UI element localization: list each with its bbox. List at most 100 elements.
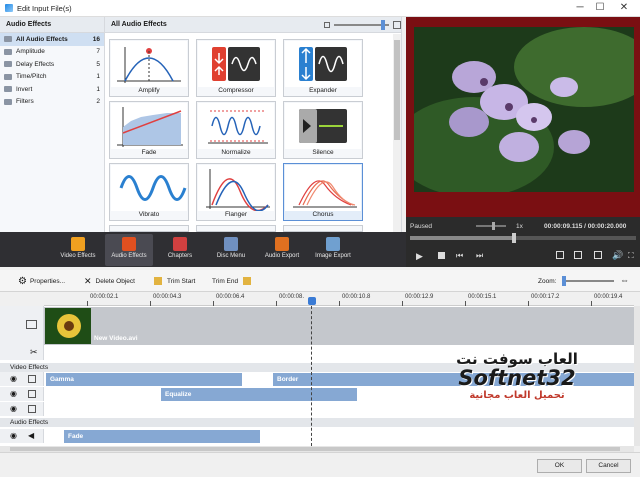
watermark-line3: تحميل العاب مجانية xyxy=(469,390,565,401)
stop-icon[interactable] xyxy=(438,252,445,259)
effect-tile[interactable]: Chorus xyxy=(283,163,363,221)
prev-frame-icon[interactable]: ⏮ xyxy=(456,251,463,261)
amplify-icon xyxy=(111,41,187,87)
ribbon-image-export-button[interactable]: Image Export xyxy=(309,234,357,266)
ribbon-audio-export-button[interactable]: Audio Export xyxy=(258,234,306,266)
ribbon-disc-menu-button[interactable]: Disc Menu xyxy=(207,234,255,266)
zoom-handle[interactable] xyxy=(562,276,566,286)
large-view-icon[interactable] xyxy=(393,21,401,29)
category-count: 7 xyxy=(96,48,100,56)
effect-tile[interactable]: Silence xyxy=(283,101,363,159)
crop-icon[interactable] xyxy=(594,251,602,259)
playhead-marker[interactable] xyxy=(308,297,316,305)
ribbon-chapters-button[interactable]: Chapters xyxy=(156,234,204,266)
ribbon-label: Audio Export xyxy=(264,253,300,259)
category-item[interactable]: Amplitude 7 xyxy=(0,46,104,59)
fit-zoom-icon[interactable]: ⇔ xyxy=(620,275,629,285)
properties-button[interactable]: ⚙ Properties... xyxy=(18,274,65,288)
fade-effect-bar[interactable]: Fade xyxy=(64,430,260,443)
effect-label: Silence xyxy=(312,149,334,156)
film-icon xyxy=(26,320,37,329)
category-item[interactable]: Time/Pitch 1 xyxy=(0,71,104,84)
aspect-icon[interactable] xyxy=(574,251,582,259)
ok-button[interactable]: OK xyxy=(537,459,582,473)
speed-slider[interactable] xyxy=(476,225,506,227)
effect-tile[interactable]: Flanger xyxy=(196,163,276,221)
zoom-slider[interactable] xyxy=(562,280,614,282)
trim-end-button[interactable]: Trim End xyxy=(212,274,252,288)
small-view-icon[interactable] xyxy=(324,22,330,28)
delete-object-button[interactable]: ✕ Delete Object xyxy=(84,274,135,288)
effects-header-label: All Audio Effects xyxy=(111,21,167,28)
effects-scrollbar[interactable] xyxy=(393,34,401,232)
equalize-effect-bar[interactable]: Equalize xyxy=(161,388,357,401)
eye-icon[interactable]: ◉ xyxy=(10,374,17,383)
ribbon-label: Video Effects xyxy=(60,253,96,259)
ruler-tick: 00:00:10.8 xyxy=(342,294,371,300)
effect-tile[interactable]: Vibrato xyxy=(109,163,189,221)
ribbon-audio-effects-button[interactable]: Audio Effects xyxy=(105,234,153,266)
play-icon[interactable]: ▶ xyxy=(416,251,423,262)
category-label: Delay Effects xyxy=(16,60,55,68)
app-icon xyxy=(5,4,13,12)
folder-icon xyxy=(4,36,12,43)
effect-label: Chorus xyxy=(312,211,334,218)
thumb-size-handle[interactable] xyxy=(381,20,385,30)
timeline-vscroll[interactable] xyxy=(634,306,640,446)
category-label: All Audio Effects xyxy=(16,35,68,43)
eye-icon[interactable]: ◉ xyxy=(10,431,17,440)
category-item[interactable]: All Audio Effects 16 xyxy=(0,33,104,46)
category-item[interactable]: Delay Effects 5 xyxy=(0,58,104,71)
effect-row-3-header: ◉ xyxy=(0,402,44,416)
hscroll-thumb[interactable] xyxy=(10,447,620,451)
category-count: 2 xyxy=(96,98,100,106)
effect-tile[interactable] xyxy=(196,225,276,232)
properties-label: Properties... xyxy=(29,277,66,285)
effect-tile[interactable]: Amplify xyxy=(109,39,189,97)
speed-handle[interactable] xyxy=(492,222,495,230)
ribbon-label: Chapters xyxy=(167,253,193,259)
delete-icon: ✕ xyxy=(84,275,92,286)
effect-tile[interactable]: Normalize xyxy=(196,101,276,159)
seek-handle[interactable] xyxy=(512,233,516,243)
clip-name: New Video.avi xyxy=(94,335,138,342)
effect-label: Vibrato xyxy=(138,211,160,218)
category-item[interactable]: Filters 2 xyxy=(0,96,104,109)
video-preview xyxy=(406,17,640,217)
time-display: 00:00:09.115 / 00:00:20.000 xyxy=(544,223,627,230)
effect-tile[interactable]: Expander xyxy=(283,39,363,97)
trim-start-button[interactable]: Trim Start xyxy=(154,274,195,288)
effect-label: Expander xyxy=(309,87,337,94)
ruler-tick: 00:00:06.4 xyxy=(216,294,245,300)
eye-icon[interactable]: ◉ xyxy=(10,389,17,398)
volume-icon[interactable]: 🔊 xyxy=(612,250,623,261)
playhead-line xyxy=(311,306,312,446)
category-item[interactable]: Invert 1 xyxy=(0,83,104,96)
timeline-ruler[interactable]: 00:00:02.1 00:00:04.3 00:00:06.4 00:00:08. 0… xyxy=(44,292,634,306)
category-count: 1 xyxy=(96,73,100,81)
window-title: Edit Input File(s) xyxy=(17,3,72,13)
trim-start-icon xyxy=(154,277,162,285)
folder-icon xyxy=(4,86,12,93)
seek-bar[interactable] xyxy=(410,236,636,240)
effect-tile[interactable] xyxy=(109,225,189,232)
ribbon-video-effects-button[interactable]: Video Effects xyxy=(54,234,102,266)
eye-icon[interactable]: ◉ xyxy=(10,404,17,413)
speed-value: 1x xyxy=(516,223,523,230)
scrollbar-thumb[interactable] xyxy=(394,40,400,140)
video-track-header xyxy=(0,306,44,346)
effect-tile[interactable] xyxy=(283,225,363,232)
gamma-effect-bar[interactable]: Gamma xyxy=(46,373,242,386)
cancel-button[interactable]: Cancel xyxy=(586,459,631,473)
video-track[interactable]: New Video.avi xyxy=(44,307,634,345)
effect-tile[interactable]: Fade xyxy=(109,101,189,159)
snapshot-icon[interactable] xyxy=(556,251,564,259)
close-button[interactable]: ✕ xyxy=(612,0,636,16)
next-frame-icon[interactable]: ⏭ xyxy=(476,251,483,261)
maximize-button[interactable]: ☐ xyxy=(588,0,612,16)
effect-tile[interactable]: Compressor xyxy=(196,39,276,97)
audio-effects-icon xyxy=(122,237,136,251)
ruler-tick: 00:00:12.9 xyxy=(405,294,434,300)
fullscreen-icon[interactable]: ⛶ xyxy=(628,251,634,261)
ruler-tick: 00:00:02.1 xyxy=(90,294,119,300)
